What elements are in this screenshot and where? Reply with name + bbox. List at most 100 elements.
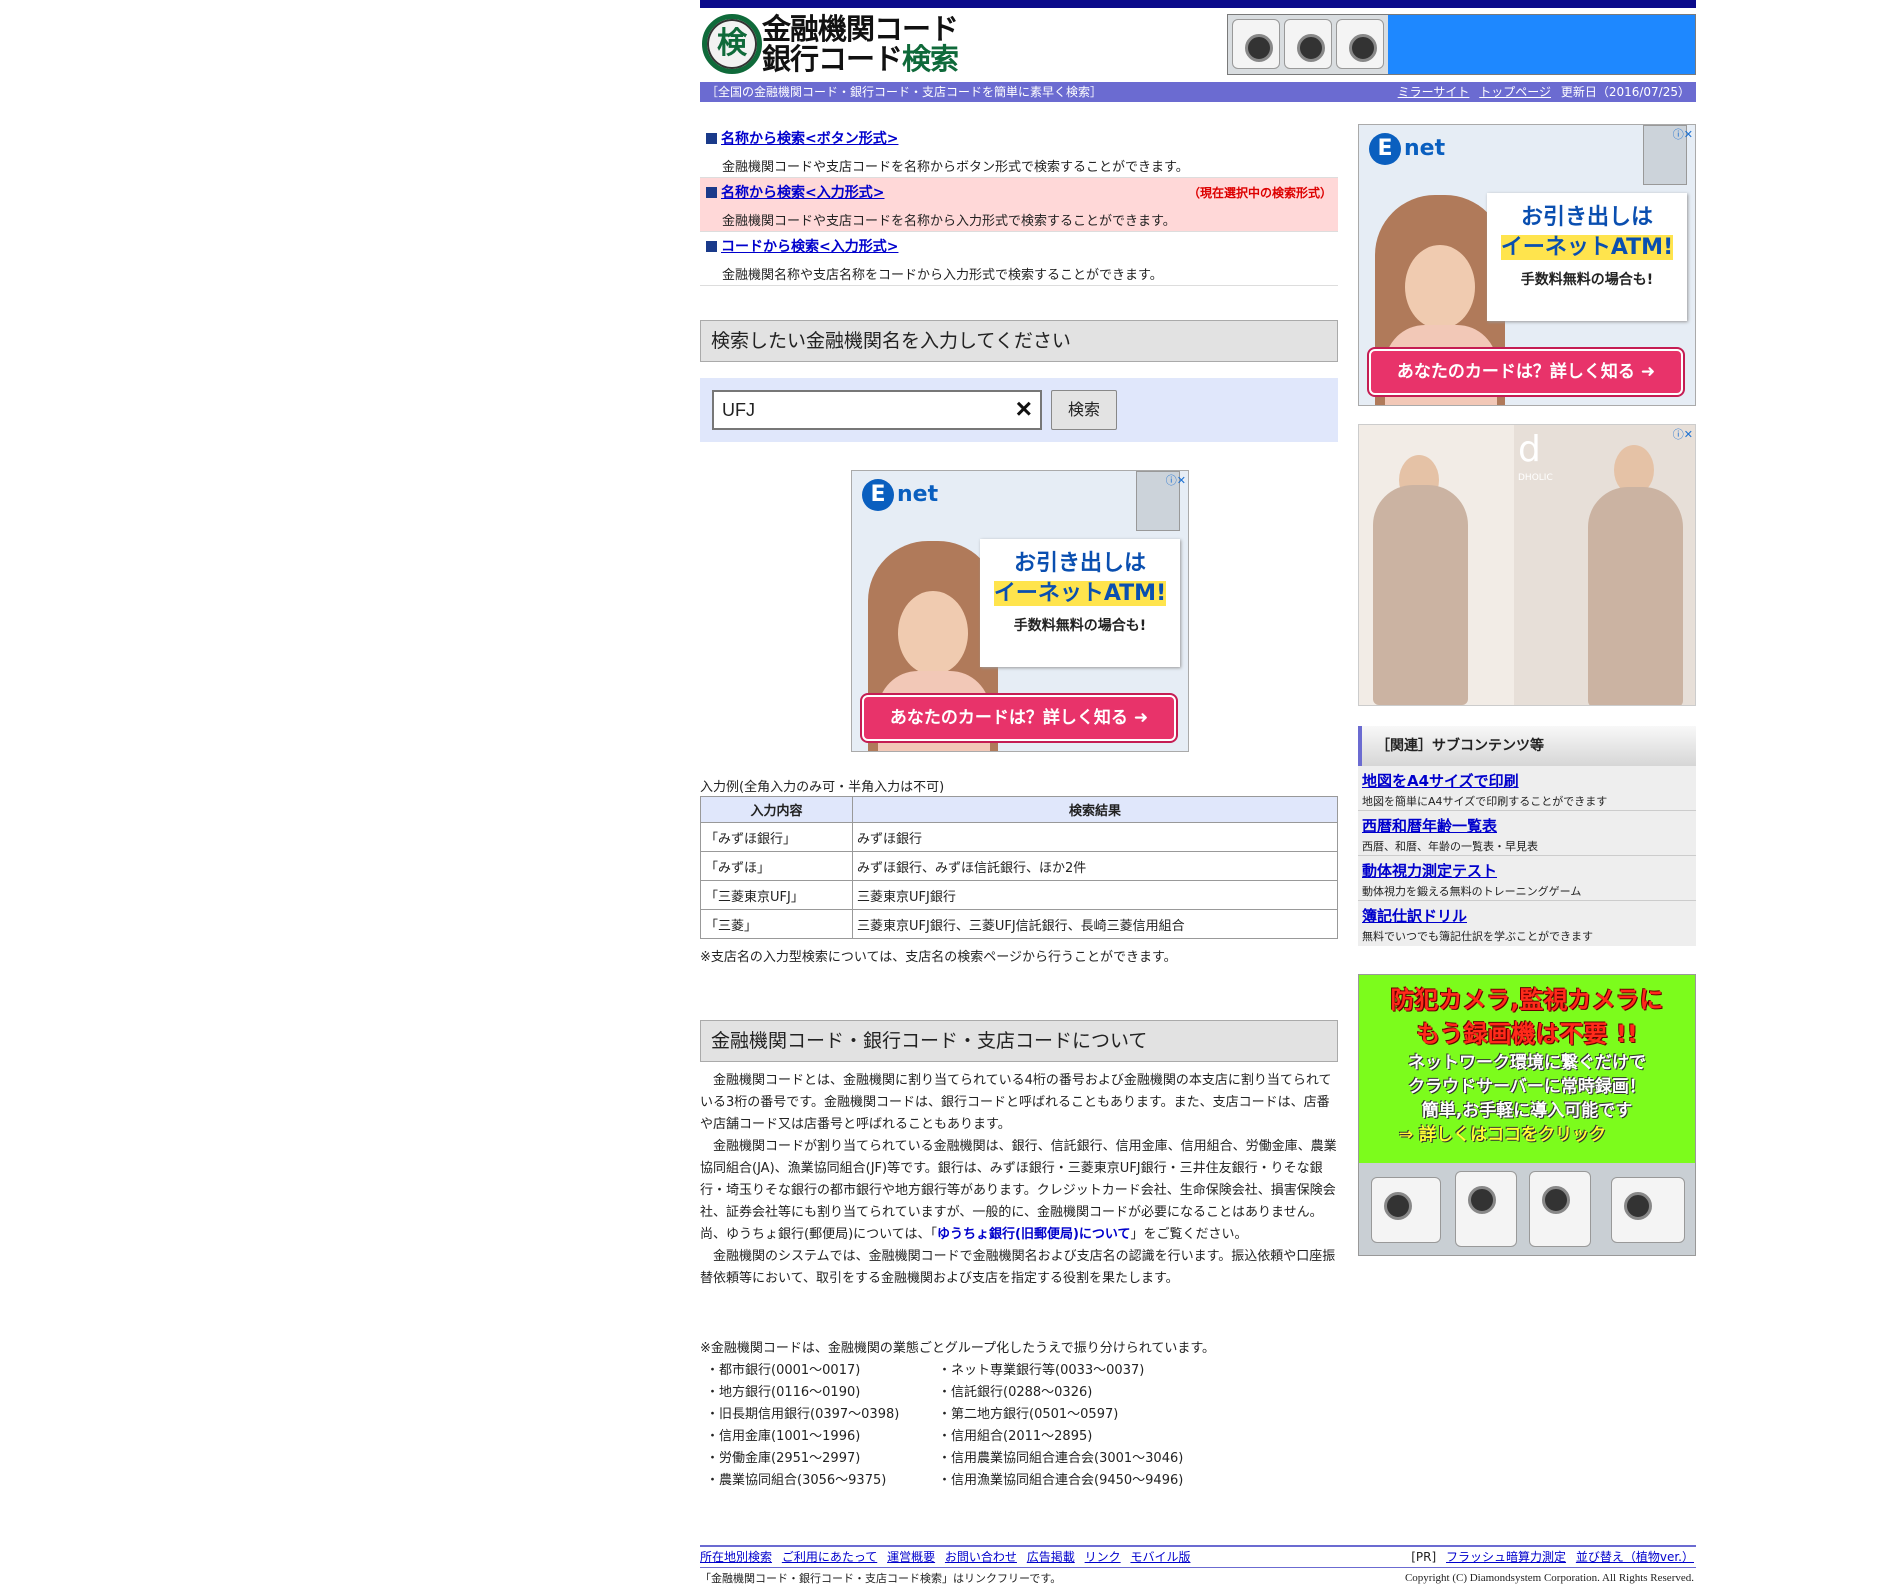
table-cell: みずほ銀行 (852, 822, 1338, 852)
menu-desc: 金融機関コードや支店コードを名称から入力形式で検索することができます。 (722, 214, 1176, 229)
camera-icon (1611, 1177, 1685, 1243)
camera-icon (1336, 19, 1384, 69)
menu-link[interactable]: コードから検索<入力形式> (721, 239, 898, 255)
ad-close-icon[interactable]: ⓘ✕ (1166, 472, 1186, 488)
square-bullet-icon (706, 241, 717, 252)
footer-link[interactable]: リンク (1085, 1550, 1121, 1564)
cam-ad-click-text[interactable]: ⇒ 詳しくはココをクリック (1359, 1123, 1695, 1147)
top-page-link[interactable]: トップページ (1479, 85, 1551, 99)
footer-link[interactable]: 運営概要 (887, 1550, 935, 1564)
examples-caption: 入力例(全角入力のみ可・半角入力は不可) (700, 780, 945, 795)
related-link[interactable]: 西暦和暦年齢一覧表 (1362, 817, 1497, 835)
related-link[interactable]: 簿記仕訳ドリル (1362, 907, 1467, 925)
linkfree-text: 「金融機関コード・銀行コード・支店コード検索」はリンクフリーです。 (700, 1572, 1062, 1585)
footer-link[interactable]: ご利用にあたって (782, 1550, 877, 1564)
info-bar: ［全国の金融機関コード・銀行コード・支店コードを簡単に素早く検索］ ミラーサイト… (700, 82, 1696, 102)
related-desc: 動体視力を鍛える無料のトレーニングゲーム (1362, 885, 1582, 898)
category-note: ※金融機関コードは、金融機関の業態ごとグループ化したうえで振り分けられています。 (700, 1341, 1216, 1356)
camera-icon (1284, 19, 1332, 69)
footer-bottom: 「金融機関コード・銀行コード・支店コード検索」はリンクフリーです。 Copyri… (700, 1567, 1696, 1589)
menu-desc: 金融機関名称や支店名称をコードから入力形式で検索することができます。 (722, 268, 1163, 283)
ad-info-icon[interactable]: ⓘ✕ (1673, 426, 1693, 442)
footer-link[interactable]: 広告掲載 (1027, 1550, 1075, 1564)
tagline: ［全国の金融機関コード・銀行コード・支店コードを簡単に素早く検索］ (706, 85, 1103, 99)
footer-link[interactable]: 所在地別検索 (700, 1550, 772, 1564)
pr-link[interactable]: フラッシュ暗算力測定 (1446, 1550, 1566, 1564)
related-link[interactable]: 動体視力測定テスト (1362, 862, 1497, 880)
footer-link[interactable]: お問い合わせ (945, 1550, 1017, 1564)
camera-icon (1232, 19, 1280, 69)
footer: 所在地別検索 ご利用にあたって 運営概要 お問い合わせ 広告掲載 リンク モバイ… (700, 1545, 1696, 1589)
menu-item-name-button: 名称から検索<ボタン形式> 金融機関コードや支店コードを名称からボタン形式で検索… (700, 124, 1338, 178)
logo-line-1: 金融機関コード (762, 12, 959, 46)
square-bullet-icon (706, 133, 717, 144)
search-input[interactable]: UFJ × (712, 390, 1042, 430)
pr-label: [PR] (1411, 1550, 1437, 1564)
cam-ad-text: 簡単,お手軽に導入可能です (1421, 1101, 1633, 1121)
dress-ad[interactable]: d DHOLIC ⓘ✕ (1358, 424, 1696, 706)
examples-note: ※支店名の入力型検索については、支店名の検索ページから行うことができます。 (700, 950, 1177, 965)
menu-desc: 金融機関コードや支店コードを名称からボタン形式で検索することができます。 (722, 160, 1189, 175)
related-desc: 地図を簡単にA4サイズで印刷することができます (1362, 795, 1608, 808)
site-logo[interactable]: 検 金融機関コード 銀行コード検索 (700, 14, 970, 76)
yucho-link[interactable]: ゆうちょ銀行(旧郵便局)について (937, 1227, 1131, 1242)
model-image-panel: d DHOLIC (1514, 425, 1695, 705)
ad-message-card: お引き出しは イーネットATM! 手数料無料の場合も! (1487, 193, 1687, 321)
logo-badge-icon: 検 (702, 14, 762, 74)
about-paragraph: 金融機関コードが割り当てられている金融機関は、銀行、信託銀行、信用金庫、信用組合… (700, 1139, 1337, 1242)
footer-link[interactable]: モバイル版 (1130, 1550, 1190, 1564)
menu-item-code-input: コードから検索<入力形式> 金融機関名称や支店名称をコードから入力形式で検索する… (700, 232, 1338, 286)
table-cell: 三菱東京UFJ銀行、三菱UFJ信託銀行、長崎三菱信用組合 (852, 909, 1338, 939)
search-panel: UFJ × 検索 (700, 378, 1338, 442)
square-bullet-icon (706, 187, 717, 198)
updated-date: 更新日（2016/07/25） (1560, 85, 1690, 99)
enet-logo: Enet (862, 479, 938, 511)
related-desc: 西暦、和暦、年齢の一覧表・早見表 (1362, 840, 1538, 853)
category-list-right: ・ネット専業銀行等(0033～0037) ・信託銀行(0288～0326) ・第… (938, 1363, 1184, 1488)
search-button[interactable]: 検索 (1051, 390, 1117, 430)
header-ad-banner[interactable] (1227, 14, 1696, 75)
camera-icon (1529, 1171, 1591, 1247)
enet-ad-center[interactable]: Enet ⓘ✕ お引き出しは イーネットATM! 手数料無料の場合も! あなたの… (851, 470, 1189, 752)
dholic-logo-icon: d (1518, 429, 1541, 470)
pr-link[interactable]: 並び替え（植物ver.） (1576, 1550, 1694, 1564)
cam-ad-text: クラウドサーバーに常時録画！ (1408, 1077, 1646, 1097)
dholic-label: DHOLIC (1518, 473, 1553, 483)
ad-cta-button[interactable]: あなたのカードは？詳しく知る ➜ (1369, 349, 1683, 395)
enet-ad-sidebar[interactable]: Enet ⓘ✕ お引き出しは イーネットATM! 手数料無料の場合も! あなたの… (1358, 124, 1696, 406)
table-cell: 「三菱東京UFJ」 (700, 880, 853, 910)
menu-link[interactable]: 名称から検索<入力形式> (721, 185, 884, 201)
table-row: 「みずほ」 みずほ銀行、みずほ信託銀行、ほか2件 (700, 851, 1338, 881)
search-type-menu: 名称から検索<ボタン形式> 金融機関コードや支店コードを名称からボタン形式で検索… (700, 124, 1338, 286)
menu-link[interactable]: 名称から検索<ボタン形式> (721, 131, 898, 147)
cam-ad-text: ネットワーク環境に繋ぐだけで (1408, 1053, 1646, 1073)
table-header: 検索結果 (852, 796, 1338, 823)
camera-ad[interactable]: 防犯カメラ,監視カメラに もう録画機は不要 !! ネットワーク環境に繋ぐだけで … (1358, 974, 1696, 1256)
ad-close-icon[interactable]: ⓘ✕ (1673, 126, 1693, 142)
about-paragraph: 金融機関のシステムでは、金融機関コードで金融機関名および支店名の認識を行います。… (700, 1249, 1336, 1286)
table-cell: 「三菱」 (700, 909, 853, 939)
about-text: 金融機関コードとは、金融機関に割り当てられている4桁の番号および金融機関の本支店… (700, 1070, 1338, 1290)
related-link[interactable]: 地図をA4サイズで印刷 (1362, 772, 1519, 790)
ad-cta-button[interactable]: あなたのカードは？詳しく知る ➜ (862, 695, 1176, 741)
mirror-site-link[interactable]: ミラーサイト (1398, 85, 1470, 99)
camera-images (1359, 1163, 1695, 1255)
clear-icon[interactable]: × (1016, 392, 1032, 426)
search-heading: 検索したい金融機関名を入力してください (700, 320, 1338, 362)
cam-ad-headline: 防犯カメラ,監視カメラに (1390, 986, 1664, 1014)
category-list-left: ・都市銀行(0001～0017) ・地方銀行(0116～0190) ・旧長期信用… (706, 1363, 900, 1488)
table-cell: 「みずほ銀行」 (700, 822, 853, 852)
camera-images (1228, 15, 1388, 74)
related-item: 簿記仕訳ドリル 無料でいつでも簿記仕訳を学ぶことができます (1358, 901, 1696, 946)
table-header: 入力内容 (700, 796, 853, 823)
camera-icon (1455, 1171, 1517, 1247)
related-content: ［関連］サブコンテンツ等 地図をA4サイズで印刷 地図を簡単にA4サイズで印刷す… (1358, 726, 1696, 946)
page: 検 金融機関コード 銀行コード検索 ［全国の金融機関コード・銀行コード・支店コー… (0, 0, 1899, 1585)
about-paragraph: 金融機関コードとは、金融機関に割り当てられている4桁の番号および金融機関の本支店… (700, 1073, 1332, 1132)
top-bar (700, 0, 1696, 8)
camera-icon (1371, 1177, 1441, 1243)
cam-ad-headline: もう録画機は不要 !! (1416, 1020, 1638, 1048)
ad-message-card: お引き出しは イーネットATM! 手数料無料の場合も! (980, 539, 1180, 667)
pr-links: [PR] フラッシュ暗算力測定 並び替え（植物ver.） (1411, 1547, 1694, 1567)
related-desc: 無料でいつでも簿記仕訳を学ぶことができます (1362, 930, 1593, 943)
